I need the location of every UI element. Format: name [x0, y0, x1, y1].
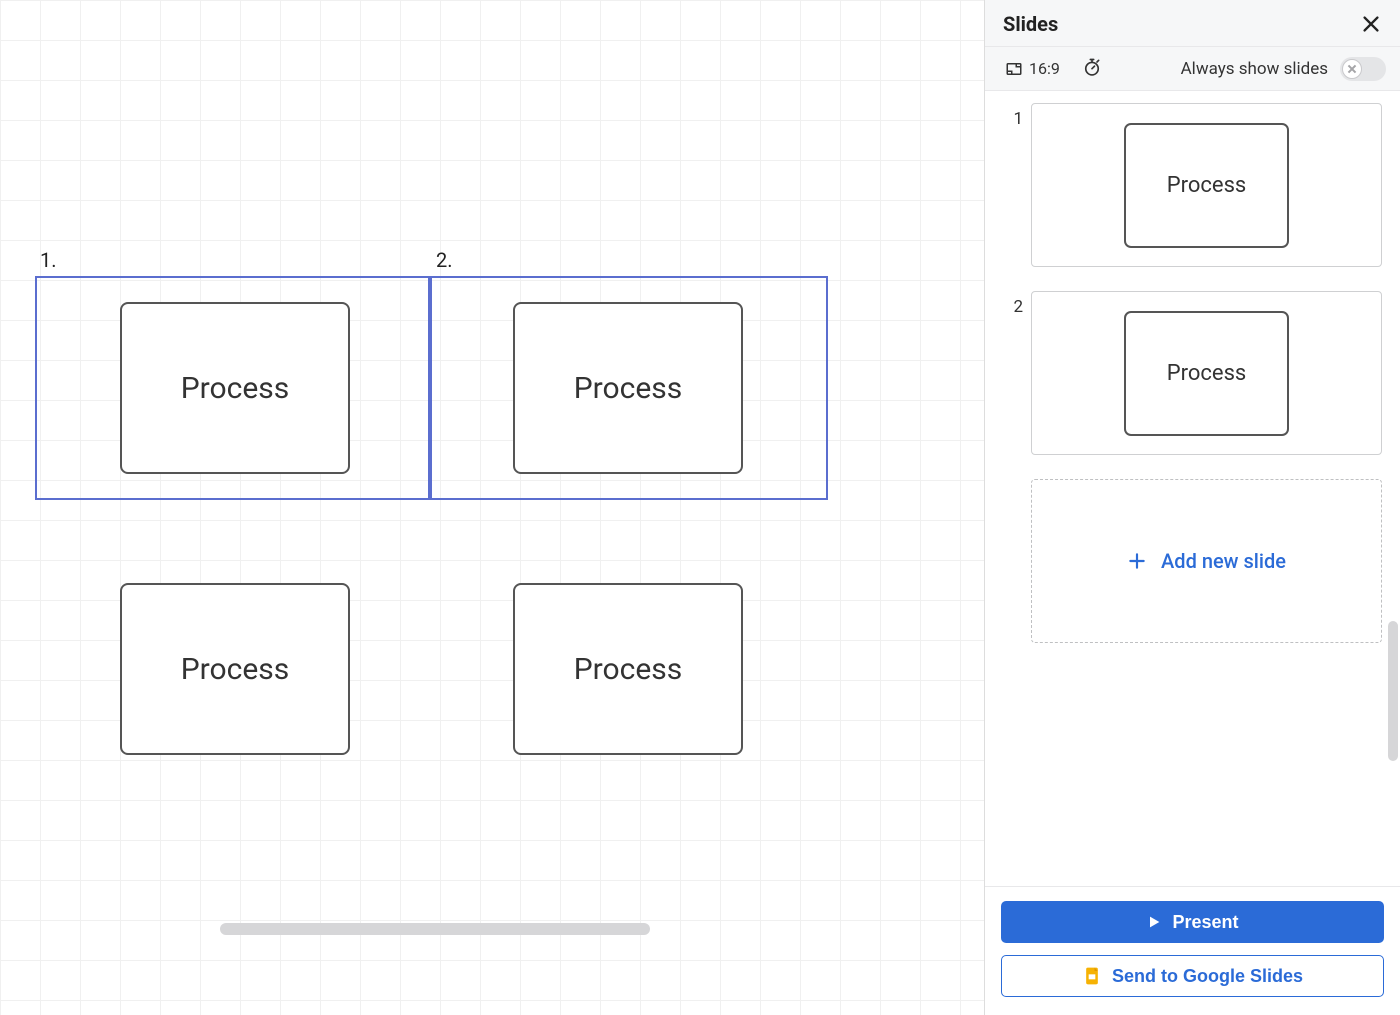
vertical-scrollbar[interactable] [1388, 621, 1398, 761]
process-shape[interactable]: Process [513, 583, 743, 755]
always-show-toggle[interactable] [1340, 57, 1386, 81]
aspect-ratio-button[interactable]: 16:9 [999, 55, 1066, 82]
slide-thumb-number: 2 [1003, 291, 1031, 317]
panel-header: Slides [985, 0, 1400, 47]
plus-icon [1127, 551, 1147, 571]
present-button[interactable]: Present [1001, 901, 1384, 943]
slide-number-2: 2. [436, 248, 453, 272]
aspect-ratio-icon [1005, 60, 1023, 78]
process-shape[interactable]: Process [513, 302, 743, 474]
slides-list: 1 Process 2 Process Add new slide [985, 91, 1400, 886]
panel-toolbar: 16:9 Always show slides [985, 47, 1400, 91]
send-google-label: Send to Google Slides [1112, 966, 1303, 987]
process-shape: Process [1124, 311, 1289, 436]
present-label: Present [1172, 912, 1238, 933]
shape-label: Process [181, 652, 290, 687]
always-show-label: Always show slides [1181, 59, 1328, 79]
shape-label: Process [574, 652, 683, 687]
shape-label: Process [1167, 361, 1247, 386]
slides-panel: Slides 16:9 Always show slides 1 Process… [984, 0, 1400, 1015]
slide-thumbnail[interactable]: Process [1031, 103, 1382, 267]
google-slides-icon [1082, 966, 1102, 986]
shape-label: Process [181, 371, 290, 406]
aspect-ratio-value: 16:9 [1029, 59, 1060, 78]
add-slide-label: Add new slide [1161, 549, 1286, 573]
horizontal-scrollbar[interactable] [220, 923, 650, 935]
shape-label: Process [1167, 173, 1247, 198]
slide-thumb-row: 2 Process [1003, 291, 1382, 455]
slide-thumb-number: 1 [1003, 103, 1031, 129]
close-icon[interactable] [1360, 13, 1382, 35]
panel-title: Slides [1003, 12, 1058, 36]
panel-footer: Present Send to Google Slides [985, 886, 1400, 1015]
play-icon [1146, 914, 1162, 930]
add-slide-button[interactable]: Add new slide [1031, 479, 1382, 643]
process-shape: Process [1124, 123, 1289, 248]
shape-label: Process [574, 371, 683, 406]
process-shape[interactable]: Process [120, 302, 350, 474]
slide-thumbnail[interactable]: Process [1031, 291, 1382, 455]
slide-number-1: 1. [40, 248, 57, 272]
send-google-slides-button[interactable]: Send to Google Slides [1001, 955, 1384, 997]
process-shape[interactable]: Process [120, 583, 350, 755]
stopwatch-icon[interactable] [1078, 57, 1102, 81]
slide-thumb-row: 1 Process [1003, 103, 1382, 267]
canvas[interactable]: 1. 2. Process Process Process Process [0, 0, 984, 1015]
